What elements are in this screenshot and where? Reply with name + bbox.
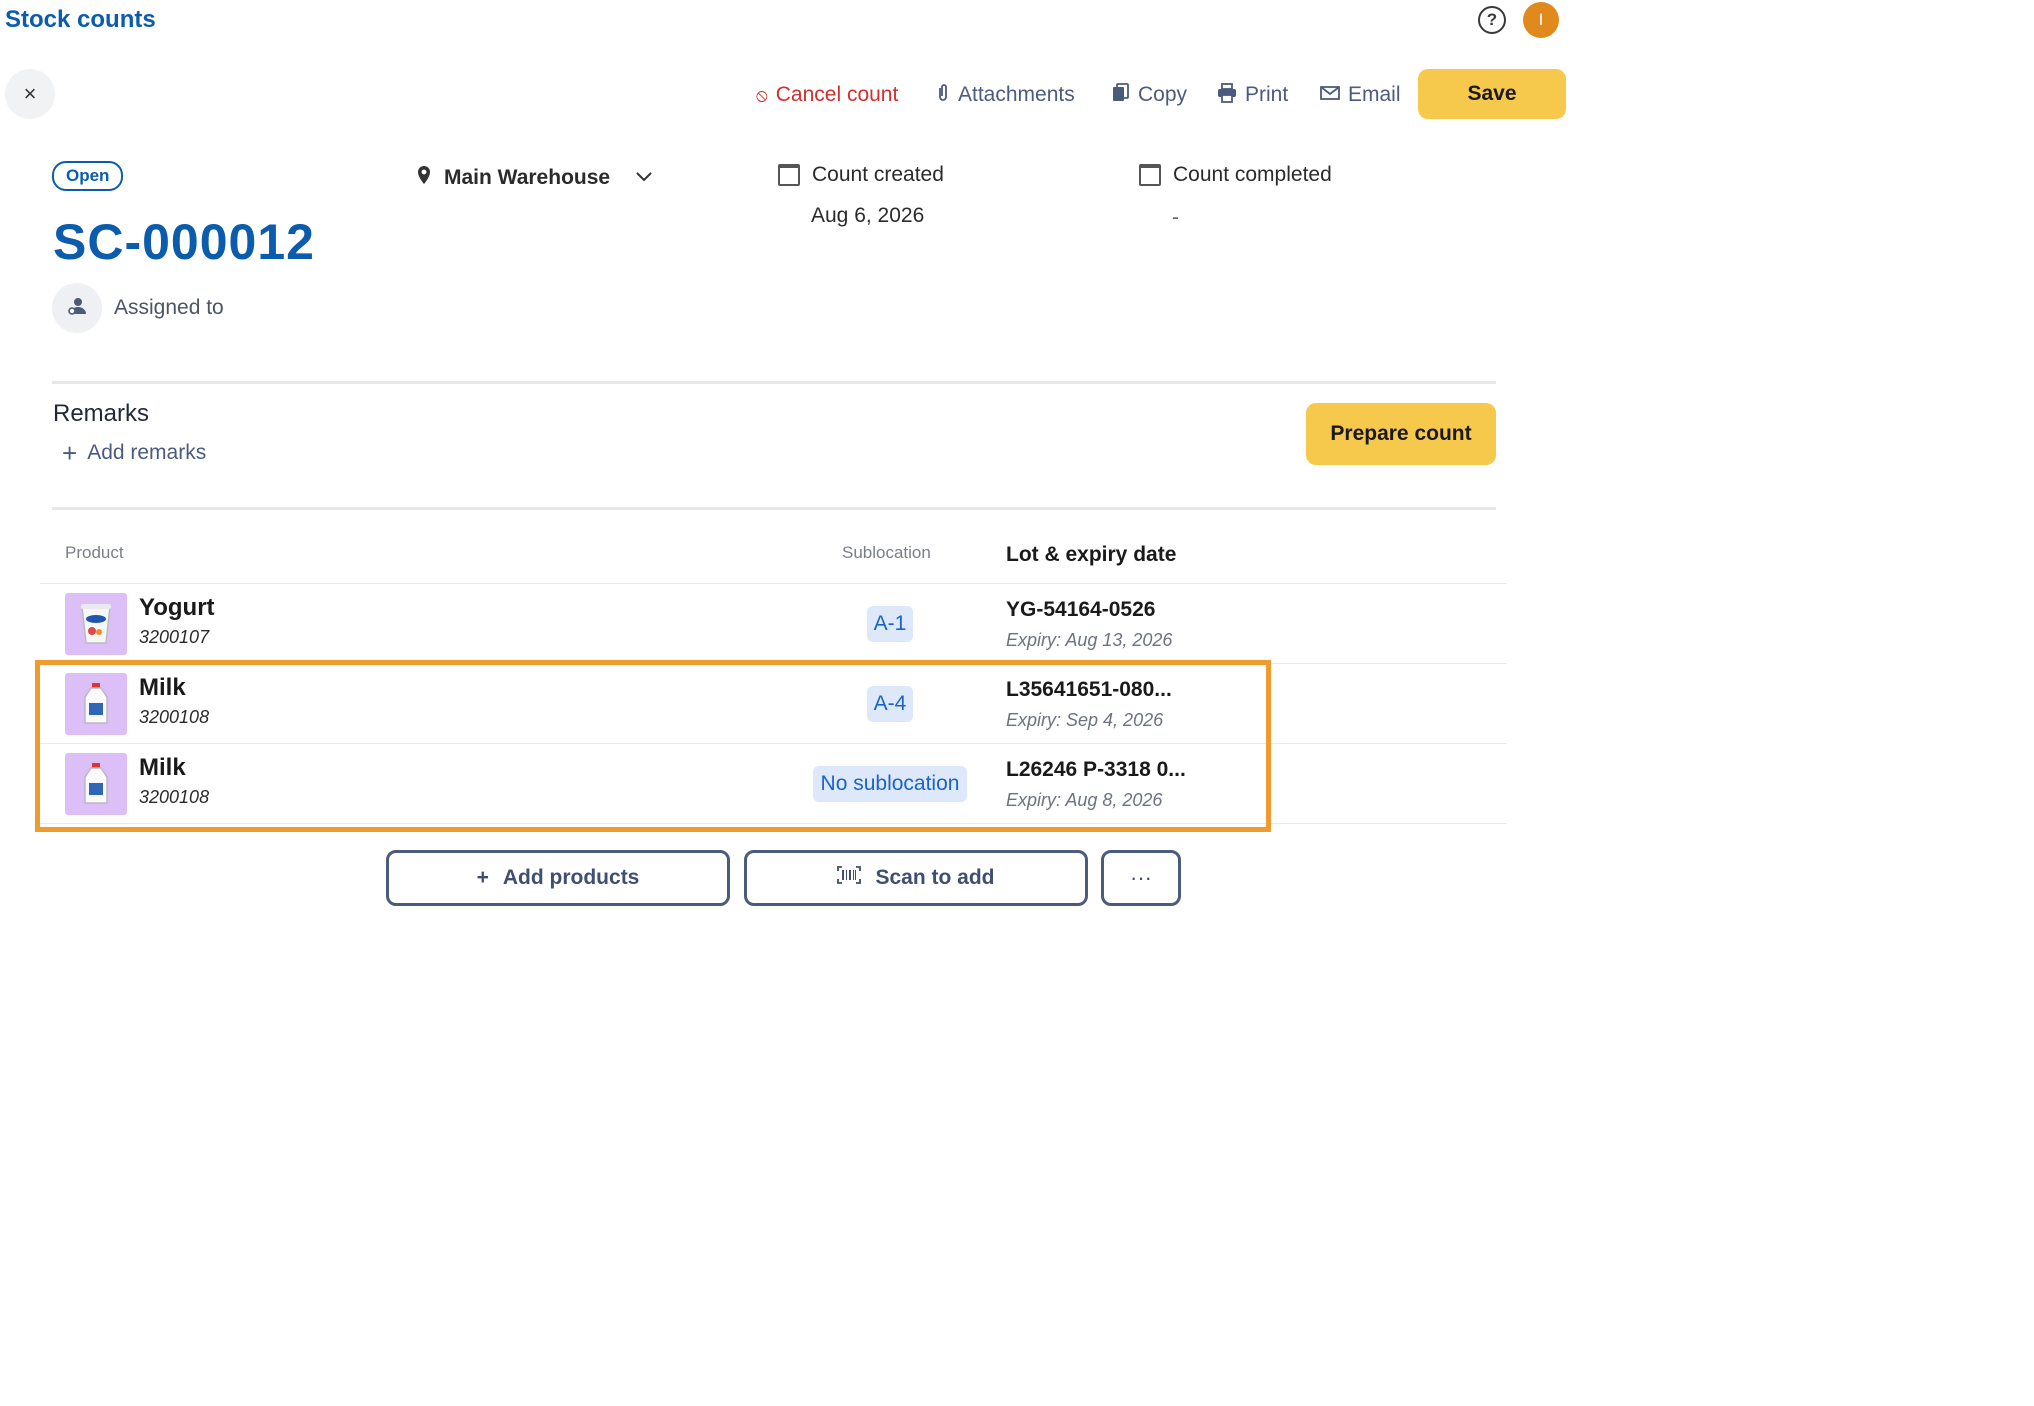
paperclip-icon [936,83,950,108]
cancel-icon: ⦸ [756,84,768,105]
calendar-icon [1139,164,1161,186]
plus-icon: + [476,866,489,889]
page-title: SC-000012 [53,214,315,270]
attachments-label: Attachments [958,83,1075,106]
count-completed-label: Count completed [1173,163,1332,186]
assignee-avatar[interactable] [52,283,102,333]
prepare-count-button[interactable]: Prepare count [1306,403,1496,465]
lot-number: YG-54164-0526 [1006,598,1156,621]
add-products-button[interactable]: + Add products [386,850,730,906]
count-completed-field: Count completed [1139,163,1332,187]
yogurt-cup-icon [81,604,111,644]
barcode-icon [837,866,862,890]
copy-icon [1112,82,1130,108]
location-pin-icon [416,165,432,191]
print-button[interactable]: Print [1217,80,1288,110]
user-avatar[interactable]: I [1523,2,1559,38]
location-value: Main Warehouse [444,166,611,189]
email-label: Email [1348,83,1401,106]
expiry-date: Expiry: Aug 13, 2026 [1006,630,1173,650]
divider [52,507,1496,510]
save-button[interactable]: Save [1418,69,1566,119]
more-options-button[interactable]: ··· [1101,850,1181,906]
count-completed-value: - [1172,206,1179,229]
copy-button[interactable]: Copy [1112,80,1187,110]
user-icon [67,296,87,321]
count-created-label: Count created [812,163,944,186]
product-thumbnail [65,593,127,655]
status-badge: Open [52,161,124,191]
column-header-product[interactable]: Product [65,543,124,563]
printer-icon [1217,82,1237,108]
close-button[interactable]: × [5,69,55,119]
plus-icon: + [62,438,78,468]
product-name: Yogurt [139,594,215,621]
add-products-label: Add products [502,866,640,889]
help-icon[interactable]: ? [1478,6,1506,34]
sublocation-chip[interactable]: A-1 [867,606,913,642]
calendar-icon [778,164,800,186]
product-sku: 3200107 [139,627,210,647]
scan-to-add-button[interactable]: Scan to add [744,850,1088,906]
row-divider [40,583,1507,584]
app-title[interactable]: Stock counts [5,6,156,34]
add-remarks-button[interactable]: + Add remarks [62,440,206,466]
scan-to-add-label: Scan to add [875,866,995,889]
chevron-down-icon [636,169,652,187]
selection-highlight [35,660,1271,832]
cancel-count-label: Cancel count [775,83,899,106]
column-header-sublocation[interactable]: Sublocation [842,543,931,563]
envelope-icon [1320,85,1340,106]
remarks-title: Remarks [53,400,150,427]
copy-label: Copy [1138,83,1188,106]
location-select[interactable]: Main Warehouse [416,163,652,193]
assigned-to-label[interactable]: Assigned to [114,296,224,320]
count-created-field: Count created [778,163,944,187]
add-remarks-label: Add remarks [87,441,207,464]
column-header-lot[interactable]: Lot & expiry date [1006,543,1176,567]
divider [52,381,1496,384]
print-label: Print [1245,83,1289,106]
attachments-button[interactable]: Attachments [936,80,1075,110]
count-created-value: Aug 6, 2026 [811,204,925,227]
cancel-count-button[interactable]: ⦸ Cancel count [756,80,898,110]
email-button[interactable]: Email [1320,80,1401,110]
